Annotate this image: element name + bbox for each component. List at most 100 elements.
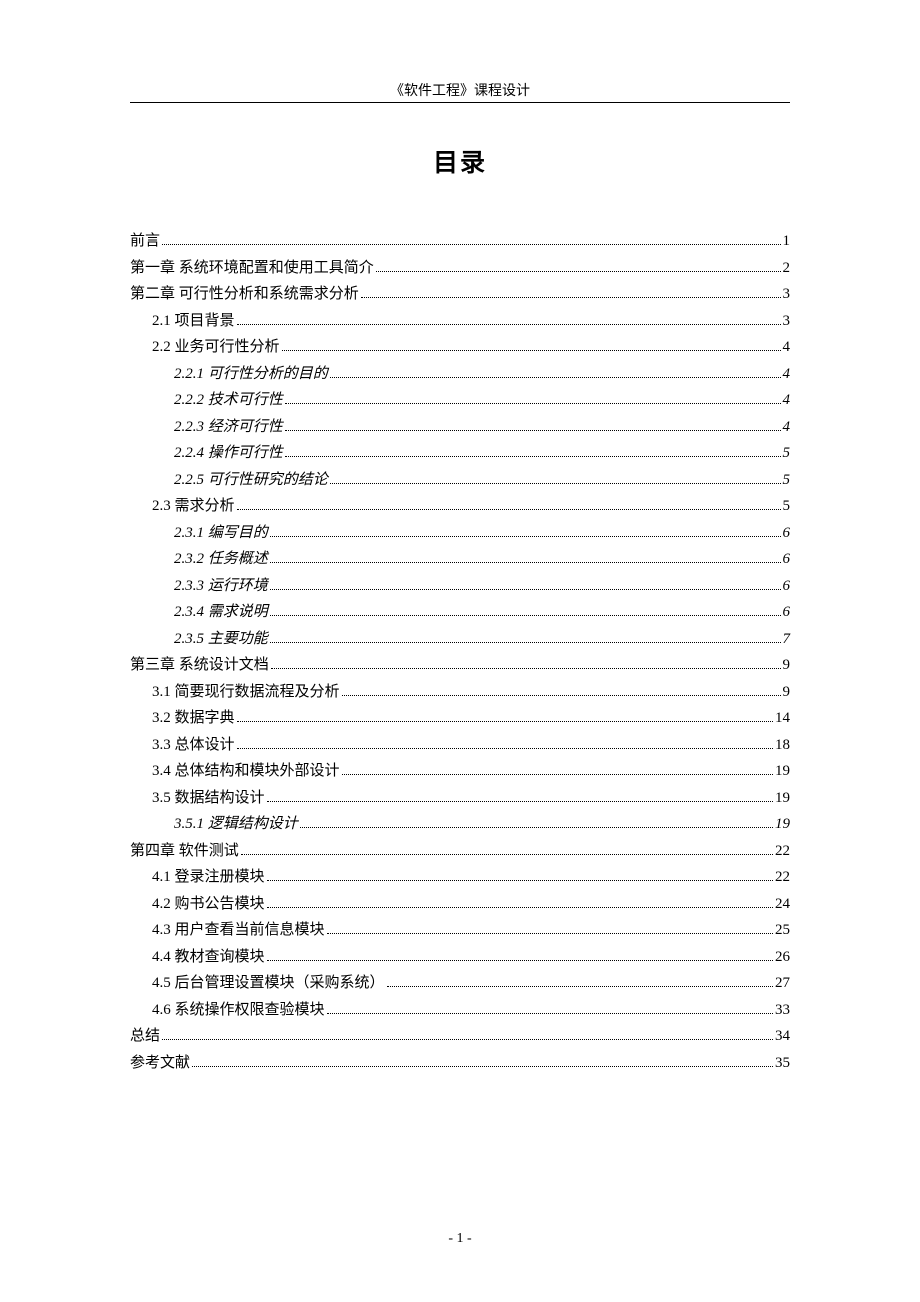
toc-leader-dots xyxy=(162,1039,773,1040)
toc-entry-label: 总结 xyxy=(130,1024,160,1048)
toc-leader-dots xyxy=(387,986,773,987)
toc-entry[interactable]: 3.3 总体设计18 xyxy=(130,733,790,757)
toc-leader-dots xyxy=(376,271,781,272)
toc-leader-dots xyxy=(237,324,781,325)
toc-entry-label: 4.5 后台管理设置模块（采购系统） xyxy=(152,971,385,995)
toc-entry-page: 19 xyxy=(775,759,790,783)
toc-entry-page: 2 xyxy=(783,256,791,280)
toc-entry-page: 3 xyxy=(783,309,791,333)
toc-entry-label: 前言 xyxy=(130,229,160,253)
toc-entry-label: 2.2.4 操作可行性 xyxy=(174,441,283,465)
toc-entry-label: 2.3.2 任务概述 xyxy=(174,547,268,571)
toc-entry[interactable]: 3.2 数据字典14 xyxy=(130,706,790,730)
toc-entry[interactable]: 2.2.2 技术可行性 4 xyxy=(130,388,790,412)
toc-entry[interactable]: 2.3.3 运行环境6 xyxy=(130,574,790,598)
toc-entry-label: 4.6 系统操作权限查验模块 xyxy=(152,998,325,1022)
toc-entry-label: 3.3 总体设计 xyxy=(152,733,235,757)
toc-entry-label: 第三章 系统设计文档 xyxy=(130,653,269,677)
toc-entry-label: 2.3 需求分析 xyxy=(152,494,235,518)
page-footer: - 1 - xyxy=(0,1231,920,1247)
toc-entry[interactable]: 前言 1 xyxy=(130,229,790,253)
toc-entry-page: 35 xyxy=(775,1051,790,1075)
toc-entry[interactable]: 第二章 可行性分析和系统需求分析3 xyxy=(130,282,790,306)
toc-entry-page: 6 xyxy=(783,521,791,545)
toc-entry-label: 参考文献 xyxy=(130,1051,190,1075)
toc-leader-dots xyxy=(162,244,780,245)
toc-entry[interactable]: 2.3 需求分析 5 xyxy=(130,494,790,518)
toc-entry-page: 6 xyxy=(783,600,791,624)
toc-entry[interactable]: 3.1 简要现行数据流程及分析9 xyxy=(130,680,790,704)
toc-entry-label: 2.2 业务可行性分析 xyxy=(152,335,280,359)
toc-entry-label: 2.3.3 运行环境 xyxy=(174,574,268,598)
toc-entry[interactable]: 2.2.3 经济可行性 4 xyxy=(130,415,790,439)
toc-leader-dots xyxy=(237,748,773,749)
toc-entry[interactable]: 4.2 购书公告模块24 xyxy=(130,892,790,916)
toc-entry[interactable]: 2.3.5 主要功能7 xyxy=(130,627,790,651)
toc-entry-page: 4 xyxy=(783,415,791,439)
toc-entry-page: 1 xyxy=(783,229,791,253)
toc-entry-page: 19 xyxy=(775,812,790,836)
toc-entry-label: 2.3.1 编写目的 xyxy=(174,521,268,545)
toc-entry[interactable]: 4.5 后台管理设置模块（采购系统） 27 xyxy=(130,971,790,995)
toc-leader-dots xyxy=(282,350,781,351)
header-rule xyxy=(130,102,790,103)
toc-leader-dots xyxy=(192,1066,773,1067)
toc-leader-dots xyxy=(270,615,781,616)
toc-entry[interactable]: 2.2.5 可行性研究的结论5 xyxy=(130,468,790,492)
toc-entry[interactable]: 2.3.4 需求说明 6 xyxy=(130,600,790,624)
toc-entry-page: 34 xyxy=(775,1024,790,1048)
toc-entry-label: 3.2 数据字典 xyxy=(152,706,235,730)
toc-leader-dots xyxy=(330,483,781,484)
toc-leader-dots xyxy=(267,801,773,802)
toc-entry[interactable]: 4.4 教材查询模块26 xyxy=(130,945,790,969)
toc-entry[interactable]: 2.1 项目背景 3 xyxy=(130,309,790,333)
toc-leader-dots xyxy=(237,721,773,722)
toc-entry-page: 5 xyxy=(783,441,791,465)
toc-leader-dots xyxy=(267,960,773,961)
toc-entry[interactable]: 参考文献 35 xyxy=(130,1051,790,1075)
toc-entry-page: 22 xyxy=(775,839,790,863)
toc-leader-dots xyxy=(270,589,781,590)
toc-entry-page: 4 xyxy=(783,362,791,386)
toc-entry[interactable]: 4.6 系统操作权限查验模块33 xyxy=(130,998,790,1022)
toc-leader-dots xyxy=(330,377,781,378)
toc-entry-page: 9 xyxy=(783,680,791,704)
toc-entry-page: 5 xyxy=(783,494,791,518)
toc-entry[interactable]: 2.2.4 操作可行性 5 xyxy=(130,441,790,465)
toc-entry-label: 2.2.2 技术可行性 xyxy=(174,388,283,412)
toc-entry-page: 9 xyxy=(783,653,791,677)
toc-leader-dots xyxy=(237,509,781,510)
toc-entry[interactable]: 总结 34 xyxy=(130,1024,790,1048)
toc-entry[interactable]: 4.3 用户查看当前信息模块25 xyxy=(130,918,790,942)
toc-entry-page: 7 xyxy=(783,627,791,651)
toc-leader-dots xyxy=(267,907,773,908)
toc-entry[interactable]: 2.3.2 任务概述6 xyxy=(130,547,790,571)
toc-entry[interactable]: 3.5 数据结构设计19 xyxy=(130,786,790,810)
toc-entry-label: 4.1 登录注册模块 xyxy=(152,865,265,889)
toc-entry-label: 4.4 教材查询模块 xyxy=(152,945,265,969)
toc-entry[interactable]: 3.5.1 逻辑结构设计19 xyxy=(130,812,790,836)
toc-entry[interactable]: 4.1 登录注册模块22 xyxy=(130,865,790,889)
toc-entry-label: 2.2.3 经济可行性 xyxy=(174,415,283,439)
toc-leader-dots xyxy=(342,774,773,775)
toc-entry-label: 2.2.1 可行性分析的目的 xyxy=(174,362,328,386)
toc-entry[interactable]: 2.3.1 编写目的 6 xyxy=(130,521,790,545)
toc-entry[interactable]: 2.2 业务可行性分析4 xyxy=(130,335,790,359)
toc-entry[interactable]: 第一章 系统环境配置和使用工具简介 2 xyxy=(130,256,790,280)
toc-leader-dots xyxy=(270,536,781,537)
toc-entry-page: 27 xyxy=(775,971,790,995)
toc-entry[interactable]: 3.4 总体结构和模块外部设计 19 xyxy=(130,759,790,783)
toc-entry-label: 4.2 购书公告模块 xyxy=(152,892,265,916)
toc-entry-page: 4 xyxy=(783,388,791,412)
toc-entry[interactable]: 第三章 系统设计文档 9 xyxy=(130,653,790,677)
toc-title: 目录 xyxy=(130,143,790,179)
toc-leader-dots xyxy=(271,668,781,669)
toc-entry[interactable]: 第四章 软件测试22 xyxy=(130,839,790,863)
toc-entry-label: 3.4 总体结构和模块外部设计 xyxy=(152,759,340,783)
toc-entry-label: 2.1 项目背景 xyxy=(152,309,235,333)
toc-entry-label: 2.3.4 需求说明 xyxy=(174,600,268,624)
toc-leader-dots xyxy=(327,1013,773,1014)
toc-entry[interactable]: 2.2.1 可行性分析的目的 4 xyxy=(130,362,790,386)
toc-entry-label: 第一章 系统环境配置和使用工具简介 xyxy=(130,256,374,280)
toc-leader-dots xyxy=(300,827,773,828)
